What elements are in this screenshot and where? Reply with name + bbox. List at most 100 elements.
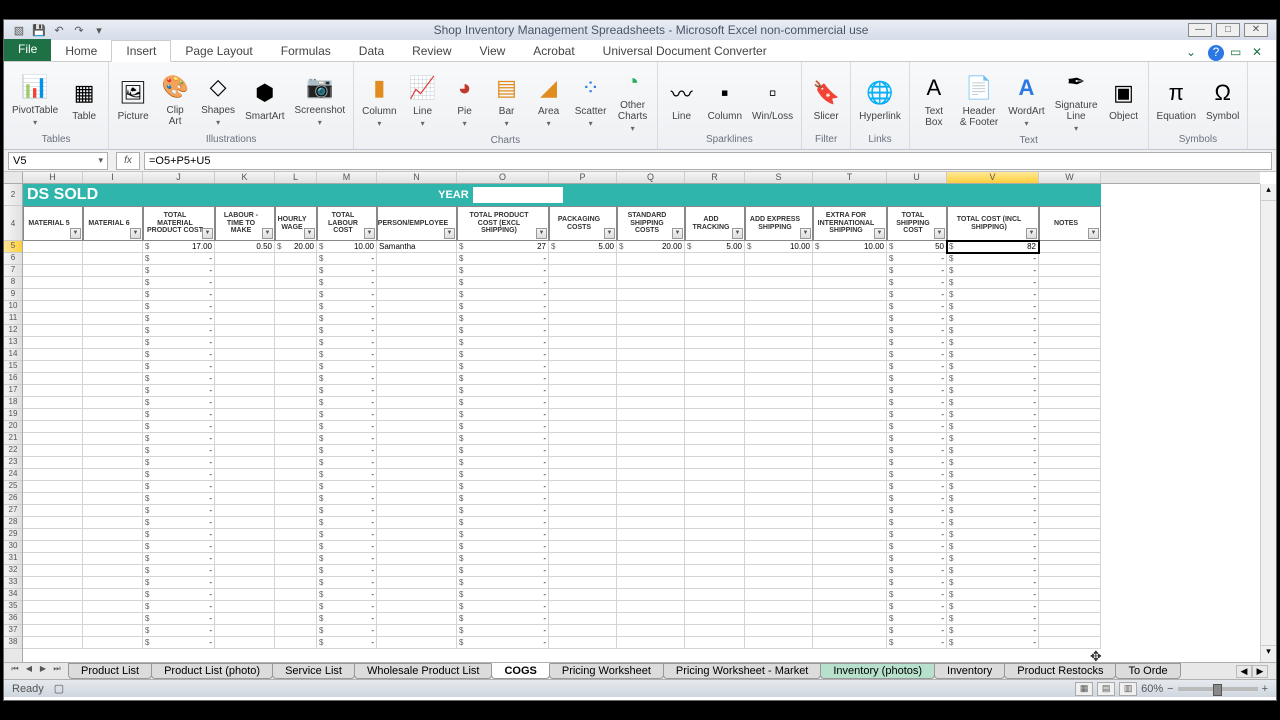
row-header[interactable]: 16 xyxy=(4,373,22,385)
column-header-cell[interactable]: TOTAL PRODUCT COST (EXCL SHIPPING) xyxy=(457,206,549,241)
cell[interactable]: - xyxy=(887,385,947,397)
cell[interactable] xyxy=(745,457,813,469)
cell[interactable]: - xyxy=(457,625,549,637)
cell[interactable]: - xyxy=(317,517,377,529)
column-header-cell[interactable]: TOTAL LABOUR COST xyxy=(317,206,377,241)
cell[interactable]: - xyxy=(947,313,1039,325)
column-headers[interactable]: HIJKLMNOPQRSTUVW xyxy=(23,172,1260,184)
tab-page-layout[interactable]: Page Layout xyxy=(171,41,266,61)
cell[interactable] xyxy=(215,517,275,529)
cell[interactable] xyxy=(83,481,143,493)
cell[interactable]: - xyxy=(143,469,215,481)
cell[interactable] xyxy=(275,409,317,421)
cell[interactable] xyxy=(215,529,275,541)
cell[interactable]: - xyxy=(887,277,947,289)
cell[interactable]: 20.00 xyxy=(275,241,317,253)
cell[interactable] xyxy=(215,373,275,385)
cell[interactable] xyxy=(275,625,317,637)
view-normal-icon[interactable]: ▦ xyxy=(1075,682,1093,696)
cell[interactable] xyxy=(23,589,83,601)
cell[interactable] xyxy=(275,553,317,565)
row-header[interactable]: 34 xyxy=(4,589,22,601)
cell[interactable] xyxy=(215,505,275,517)
cell[interactable]: - xyxy=(887,469,947,481)
row-headers[interactable]: 2456789101112131415161718192021222324252… xyxy=(4,184,23,662)
cell[interactable] xyxy=(83,493,143,505)
cell[interactable] xyxy=(83,277,143,289)
cell[interactable] xyxy=(83,565,143,577)
cell[interactable]: - xyxy=(887,337,947,349)
cell[interactable]: - xyxy=(887,361,947,373)
cell[interactable]: - xyxy=(143,589,215,601)
symbol-button[interactable]: ΩSymbol xyxy=(1204,75,1241,124)
row-header[interactable]: 7 xyxy=(4,265,22,277)
cell[interactable] xyxy=(549,637,617,649)
cell[interactable] xyxy=(377,577,457,589)
cell[interactable] xyxy=(275,493,317,505)
cell[interactable] xyxy=(1039,349,1101,361)
cell[interactable] xyxy=(23,601,83,613)
cell[interactable] xyxy=(215,289,275,301)
sparkline-line-button[interactable]: 〰Line xyxy=(664,75,700,124)
cell[interactable] xyxy=(549,601,617,613)
cell[interactable] xyxy=(685,613,745,625)
cell[interactable]: - xyxy=(947,397,1039,409)
column-chart-button[interactable]: ▮Column xyxy=(360,70,398,130)
table-button[interactable]: ▦Table xyxy=(66,75,102,124)
cell[interactable] xyxy=(685,625,745,637)
cell[interactable]: - xyxy=(143,529,215,541)
cell[interactable] xyxy=(83,613,143,625)
cell[interactable] xyxy=(813,553,887,565)
row-header[interactable]: 6 xyxy=(4,253,22,265)
cell[interactable] xyxy=(23,241,83,253)
cell[interactable] xyxy=(549,253,617,265)
tab-file[interactable]: File xyxy=(4,39,51,61)
clipart-button[interactable]: 🎨Clip Art xyxy=(157,69,193,129)
cell[interactable] xyxy=(549,445,617,457)
cell[interactable]: - xyxy=(887,457,947,469)
cell[interactable]: - xyxy=(887,613,947,625)
row-header[interactable]: 12 xyxy=(4,325,22,337)
sheet-tab[interactable]: Product List (photo) xyxy=(151,663,273,679)
column-header-cell[interactable]: EXTRA FOR INTERNATIONAL SHIPPING xyxy=(813,206,887,241)
cell[interactable] xyxy=(215,493,275,505)
cell[interactable] xyxy=(685,637,745,649)
sheet-tab[interactable]: Pricing Worksheet xyxy=(549,663,664,679)
cell[interactable]: - xyxy=(887,433,947,445)
cell[interactable] xyxy=(275,601,317,613)
cell[interactable]: - xyxy=(887,445,947,457)
cell[interactable] xyxy=(377,337,457,349)
doc-close-icon[interactable]: ✕ xyxy=(1252,45,1268,61)
cell[interactable]: - xyxy=(887,637,947,649)
cell[interactable]: - xyxy=(143,637,215,649)
cell[interactable]: - xyxy=(317,601,377,613)
close-button[interactable]: ✕ xyxy=(1244,23,1268,37)
cell[interactable]: - xyxy=(143,541,215,553)
cell[interactable] xyxy=(549,373,617,385)
cell[interactable]: - xyxy=(947,337,1039,349)
cell[interactable]: - xyxy=(317,613,377,625)
qat-more-icon[interactable]: ▾ xyxy=(90,21,108,39)
row-header[interactable]: 29 xyxy=(4,529,22,541)
fx-button[interactable]: fx xyxy=(116,152,140,170)
cell[interactable] xyxy=(617,613,685,625)
cell[interactable]: - xyxy=(317,589,377,601)
cell[interactable] xyxy=(685,553,745,565)
cell[interactable] xyxy=(215,361,275,373)
cell[interactable] xyxy=(23,577,83,589)
cell[interactable] xyxy=(745,469,813,481)
cell[interactable]: - xyxy=(317,253,377,265)
cell[interactable] xyxy=(275,361,317,373)
hscroll-left-icon[interactable]: ◀ xyxy=(1236,665,1252,678)
cell[interactable] xyxy=(813,481,887,493)
cell[interactable]: - xyxy=(143,265,215,277)
cell[interactable]: - xyxy=(947,493,1039,505)
cell[interactable]: 0.50 xyxy=(215,241,275,253)
cell[interactable] xyxy=(1039,301,1101,313)
cell[interactable]: - xyxy=(143,601,215,613)
cell[interactable] xyxy=(377,265,457,277)
column-header-cell[interactable]: STANDARD SHIPPING COSTS xyxy=(617,206,685,241)
cell[interactable] xyxy=(377,277,457,289)
cell[interactable]: - xyxy=(887,529,947,541)
column-header[interactable]: O xyxy=(457,172,549,183)
